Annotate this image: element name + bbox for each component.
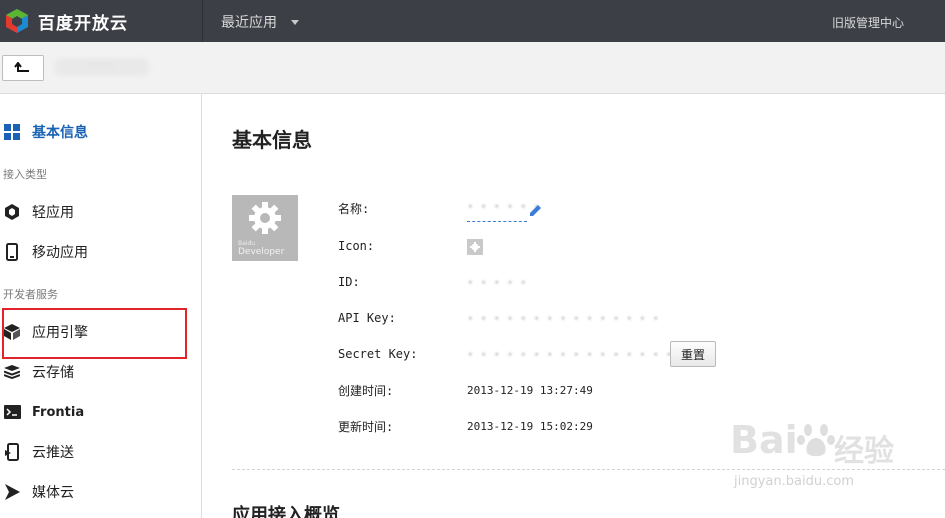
pencil-edit-icon[interactable]: [528, 204, 542, 218]
watermark-logo-cn: 经验: [834, 434, 894, 469]
sidebar-item-label: 云存储: [32, 365, 74, 381]
play-icon: [3, 483, 21, 501]
sidebar-item-label: Frontia: [32, 404, 85, 420]
app-icon-caption-small: Baidu: [238, 240, 256, 247]
baidu-cloud-logo-icon: [6, 9, 28, 33]
label-id: ID:: [338, 275, 360, 289]
gear-icon: [249, 202, 281, 234]
watermark-url: jingyan.baidu.com: [734, 474, 854, 489]
app-icon[interactable]: Baidu Developer: [232, 195, 298, 261]
chevron-down-icon: [291, 19, 299, 25]
section-title-overview: 应用接入概览: [232, 505, 340, 518]
label-icon: Icon:: [338, 239, 375, 253]
sidebar-item-label: 移动应用: [32, 245, 88, 261]
label-created-time: 创建时间:: [338, 384, 394, 398]
sidebar-item-label: 基本信息: [32, 125, 88, 141]
reset-secret-key-button[interactable]: 重置: [670, 341, 716, 367]
sidebar-item-cloud-storage[interactable]: 云存储: [0, 354, 200, 390]
value-updated-time: 2013-12-19 15:02:29: [467, 420, 593, 433]
sidebar-item-media-cloud[interactable]: 媒体云: [0, 474, 200, 510]
brand-name: 百度开放云: [38, 13, 128, 34]
watermark-logo-text: Bai: [730, 418, 798, 462]
app-name-blurred: · · · ·: [54, 58, 150, 76]
push-phone-icon: [3, 443, 21, 461]
baidu-jingyan-watermark: Bai 经验 jingyan.baidu.com: [730, 418, 930, 498]
annotation-highlight-box: [2, 308, 187, 359]
sidebar-item-light-app[interactable]: 轻应用: [0, 194, 200, 230]
paw-icon: [797, 424, 835, 457]
old-console-link[interactable]: 旧版管理中心: [832, 14, 904, 31]
label-api-key: API Key:: [338, 311, 396, 325]
value-api-key: · · · · · · · · · · · · · · ·: [467, 312, 660, 325]
small-gear-icon[interactable]: [467, 239, 483, 255]
page-title: 基本信息: [232, 128, 312, 152]
sidebar-group-access-type: 接入类型: [3, 168, 47, 181]
recent-apps-label: 最近应用: [221, 15, 277, 31]
top-divider: [202, 0, 203, 42]
sidebar-item-cloud-push[interactable]: 云推送: [0, 434, 200, 470]
sidebar-item-label: 云推送: [32, 445, 74, 461]
sidebar-item-frontia[interactable]: Frontia: [0, 394, 200, 430]
top-navigation-bar: 百度开放云 最近应用 旧版管理中心: [0, 0, 945, 42]
brand[interactable]: 百度开放云: [0, 0, 200, 42]
layers-icon: [3, 363, 21, 381]
app-icon-caption: Developer: [238, 247, 285, 257]
hexagon-icon: [3, 203, 21, 221]
value-id: · · · · ·: [467, 276, 527, 289]
sidebar-item-basic-info[interactable]: 基本信息: [0, 114, 200, 150]
value-created-time: 2013-12-19 13:27:49: [467, 384, 593, 397]
sidebar-group-developer-services: 开发者服务: [3, 288, 58, 301]
label-name: 名称:: [338, 202, 370, 216]
mobile-phone-icon: [3, 243, 21, 261]
recent-apps-dropdown[interactable]: 最近应用: [221, 12, 299, 32]
value-secret-key: · · · · · · · · · · · · · · · · ·: [467, 348, 686, 361]
terminal-icon: [3, 403, 21, 421]
sidebar-item-label: 媒体云: [32, 485, 74, 501]
name-underline: [467, 221, 527, 222]
back-button[interactable]: [2, 55, 44, 81]
label-secret-key: Secret Key:: [338, 347, 418, 361]
app-subbar: · · · ·: [0, 42, 945, 94]
return-arrow-icon: [14, 62, 29, 72]
sidebar-item-mobile-app[interactable]: 移动应用: [0, 234, 200, 270]
sidebar-item-label: 轻应用: [32, 205, 74, 221]
grid-icon: [3, 123, 21, 141]
label-updated-time: 更新时间:: [338, 420, 394, 434]
sidebar: 基本信息 接入类型 轻应用 移动应用 开发者服务 应用引擎 云存储 Fronti…: [0, 94, 202, 518]
